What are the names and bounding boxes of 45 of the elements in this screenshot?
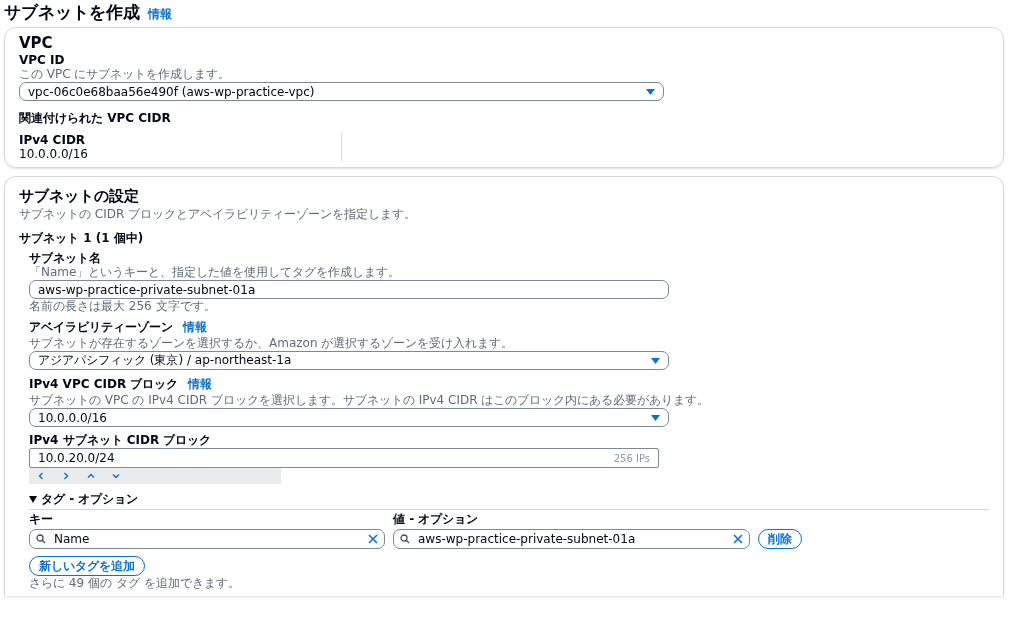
text-field[interactable]: aws-wp-practice-private-subnet-01a — [29, 280, 669, 299]
section-description: サブネットの CIDR ブロックとアベイラビリティーゾーンを指定します。 — [19, 207, 418, 221]
field-label: IPv4 CIDR — [19, 133, 87, 147]
field-description: 「Name」というキーと、指定した値を使用してタグを作成します。 — [29, 265, 402, 279]
chevron-right-icon[interactable] — [62, 472, 70, 480]
select-field[interactable]: 10.0.0.0/16 — [29, 408, 669, 427]
vpc-select[interactable]: vpc-06c0e68baa56e490f (aws-wp-practice-vpc) — [19, 82, 664, 101]
clear-icon[interactable] — [368, 534, 378, 544]
info-link[interactable]: 情報 — [148, 6, 172, 23]
tags-toggle[interactable]: タグ - オプション — [29, 491, 989, 510]
clear-icon[interactable] — [733, 534, 743, 544]
column-label: キー — [29, 512, 54, 526]
info-link[interactable]: 情報 — [188, 376, 213, 393]
field-label: IPv4 VPC CIDR ブロック — [29, 377, 179, 391]
chevron-down-icon[interactable] — [112, 472, 120, 480]
dropdown-caret-icon — [646, 88, 655, 95]
chevron-left-icon[interactable] — [37, 472, 45, 480]
subsection-heading: サブネット 1 (1 個中) — [19, 231, 145, 245]
chevron-up-icon[interactable] — [87, 472, 95, 480]
field-description: サブネットの VPC の IPv4 CIDR ブロックを選択します。サブネットの IPv4 CIDR はこのブロック内にある必要があります。 — [29, 393, 711, 407]
cidr-field[interactable]: 10.0.20.0/24 256 IPs — [29, 448, 659, 468]
tag-limit-note: さらに 49 個の タグ を追加できます。 — [29, 576, 241, 590]
search-icon — [400, 534, 410, 544]
search-icon — [36, 534, 46, 544]
section-heading: サブネットの設定 — [19, 187, 140, 206]
tag-key-field[interactable]: Name — [29, 529, 385, 549]
column-label: 値 - オプション — [393, 512, 480, 526]
field-label: VPC ID — [19, 53, 66, 67]
info-link[interactable]: 情報 — [183, 319, 207, 336]
section-heading: VPC — [19, 34, 54, 52]
field-constraint: 名前の長さは最大 256 文字です。 — [29, 299, 217, 313]
field-label: IPv4 サブネット CIDR ブロック — [29, 433, 212, 447]
add-tag-button[interactable]: 新しいタグを追加 — [29, 556, 145, 576]
field-label: アベイラビリティーゾーン — [29, 320, 173, 334]
field-label: サブネット名 — [29, 251, 101, 265]
remove-button[interactable]: 削除 — [758, 529, 802, 549]
page-title: サブネットを作成 — [4, 1, 140, 24]
field-description: この VPC にサブネットを作成します。 — [19, 67, 232, 81]
dropdown-caret-icon — [651, 357, 660, 364]
dropdown-caret-icon — [651, 414, 660, 421]
tag-value-field[interactable]: aws-wp-practice-private-subnet-01a — [393, 529, 750, 549]
select-field[interactable]: アジアパシフィック (東京) / ap-northeast-1a — [29, 351, 669, 370]
subsection-heading: 関連付けられた VPC CIDR — [19, 111, 172, 125]
field-value: 10.0.0.0/16 — [19, 147, 89, 161]
field-description: サブネットが存在するゾーンを選択するか、Amazon が選択するゾーンを受け入れます。 — [29, 336, 515, 350]
